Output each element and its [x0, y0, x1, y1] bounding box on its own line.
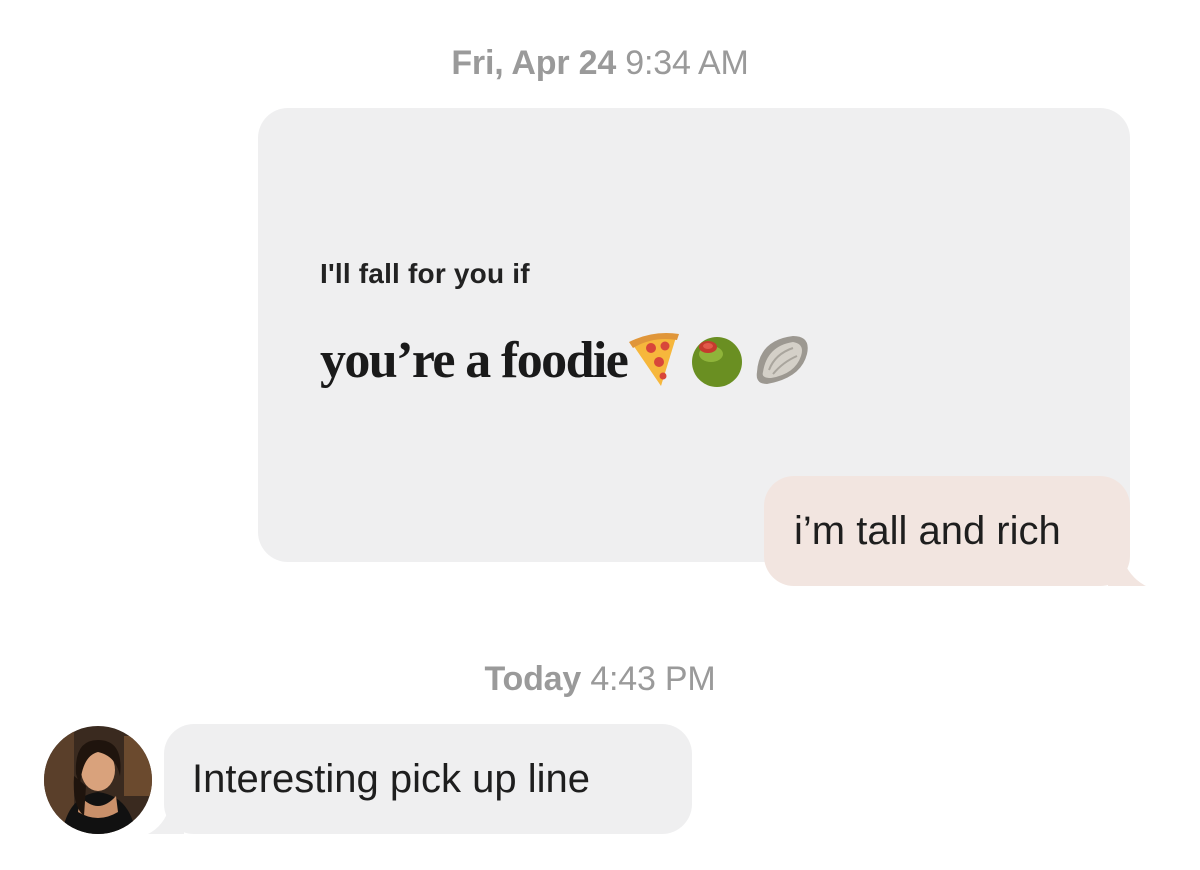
prompt-answer: you’re a foodie — [320, 330, 813, 390]
oyster-icon — [756, 336, 808, 384]
pizza-icon — [629, 333, 680, 386]
avatar[interactable] — [44, 726, 152, 834]
olive-icon — [692, 337, 743, 387]
outgoing-message-text: i’m tall and rich — [794, 508, 1061, 553]
prompt-answer-text: you’re a foodie — [320, 331, 629, 389]
incoming-message-text: Interesting pick up line — [192, 756, 591, 801]
avatar-photo — [44, 726, 152, 834]
incoming-bubble-tail — [148, 806, 184, 834]
timestamp-time: 4:43 PM — [590, 660, 716, 698]
timestamp-header: Today 4:43 PM — [0, 660, 1200, 699]
incoming-message-bubble[interactable]: Interesting pick up line — [164, 724, 692, 834]
timestamp-time: 9:34 AM — [625, 44, 749, 82]
timestamp-day: Fri, Apr 24 — [451, 44, 617, 82]
timestamp-day: Today — [484, 660, 582, 698]
chat-thread: Fri, Apr 24 9:34 AM I'll fall for you if… — [0, 0, 1200, 870]
timestamp-header: Fri, Apr 24 9:34 AM — [0, 44, 1200, 83]
outgoing-bubble-tail — [1108, 558, 1146, 586]
outgoing-message-bubble[interactable]: i’m tall and rich — [764, 476, 1130, 586]
prompt-question: I'll fall for you if — [320, 258, 530, 289]
